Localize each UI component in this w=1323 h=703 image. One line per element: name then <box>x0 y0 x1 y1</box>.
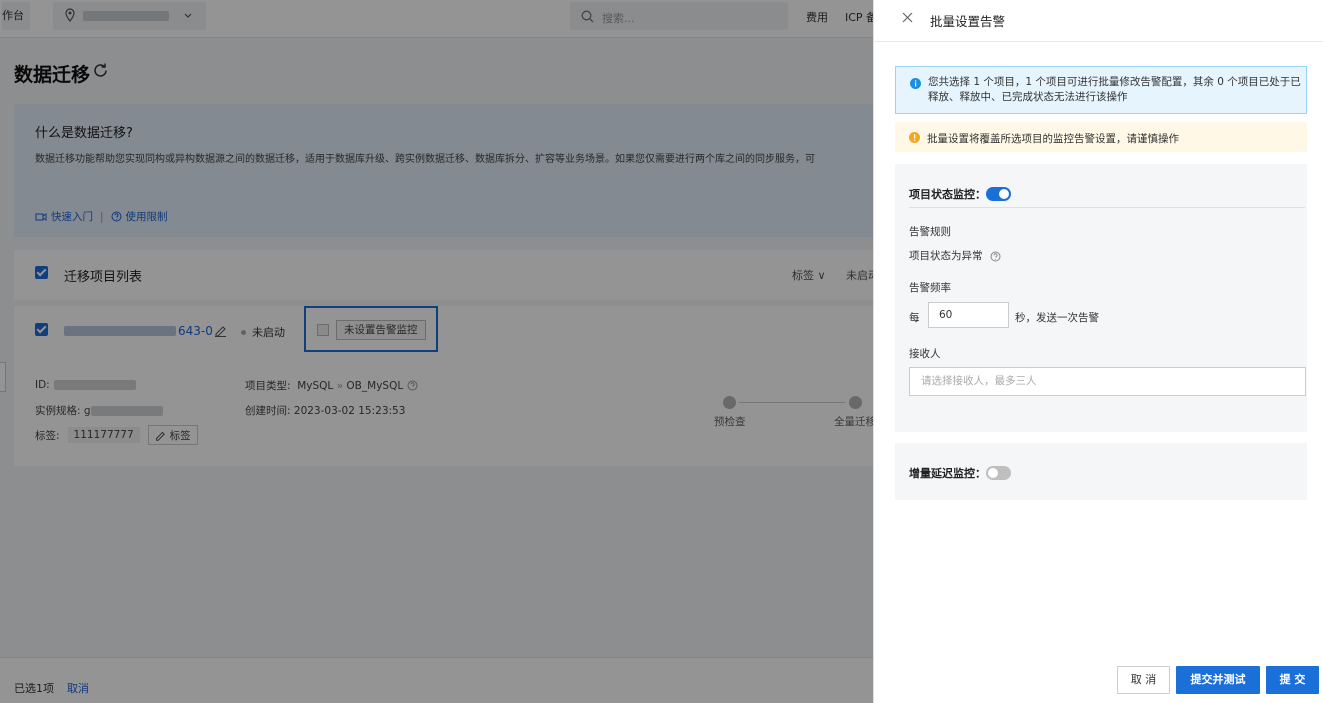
freq-suffix: 秒，发送一次告警 <box>1015 312 1099 324</box>
delay-monitor-toggle[interactable] <box>986 466 1011 480</box>
freq-label: 告警频率 <box>909 282 951 294</box>
drawer-header: 批量设置告警 <box>874 0 1323 42</box>
receiver-select[interactable]: 请选择接收人，最多三人 <box>909 367 1306 396</box>
batch-alarm-drawer: 批量设置告警 您共选择 1 个项目，1 个项目可进行批量修改告警配置，其余 0 … <box>873 0 1323 703</box>
receiver-label: 接收人 <box>909 348 941 360</box>
rule-value: 项目状态为异常 <box>909 248 1001 263</box>
status-monitor-toggle[interactable] <box>986 187 1011 201</box>
delay-monitor-panel: 增量延迟监控： <box>895 443 1307 500</box>
help-icon[interactable] <box>990 251 1001 262</box>
cancel-button[interactable]: 取 消 <box>1117 666 1170 694</box>
warning-text: 批量设置将覆盖所选项目的监控告警设置，请谨慎操作 <box>927 133 1179 145</box>
info-icon <box>910 78 921 89</box>
overlay-mask[interactable] <box>0 0 873 703</box>
submit-and-test-button[interactable]: 提交并测试 <box>1176 666 1260 694</box>
status-monitor-panel: 项目状态监控： 告警规则 项目状态为异常 告警频率 每 60 秒，发送一次告警 … <box>895 164 1307 432</box>
delay-monitor-label: 增量延迟监控： <box>909 467 986 480</box>
submit-button[interactable]: 提 交 <box>1266 666 1319 694</box>
drawer-title: 批量设置告警 <box>930 14 1006 29</box>
freq-prefix: 每 <box>909 312 920 324</box>
close-icon[interactable] <box>902 12 913 23</box>
info-alert: 您共选择 1 个项目，1 个项目可进行批量修改告警配置，其余 0 个项目已处于已… <box>895 66 1307 114</box>
warning-icon <box>909 132 920 143</box>
panel-divider <box>909 207 1305 208</box>
freq-input[interactable]: 60 <box>928 302 1009 328</box>
rule-label: 告警规则 <box>909 226 951 238</box>
info-text: 您共选择 1 个项目，1 个项目可进行批量修改告警配置，其余 0 个项目已处于已… <box>928 76 1301 103</box>
status-monitor-label: 项目状态监控： <box>909 188 986 201</box>
warning-alert: 批量设置将覆盖所选项目的监控告警设置，请谨慎操作 <box>895 122 1307 152</box>
